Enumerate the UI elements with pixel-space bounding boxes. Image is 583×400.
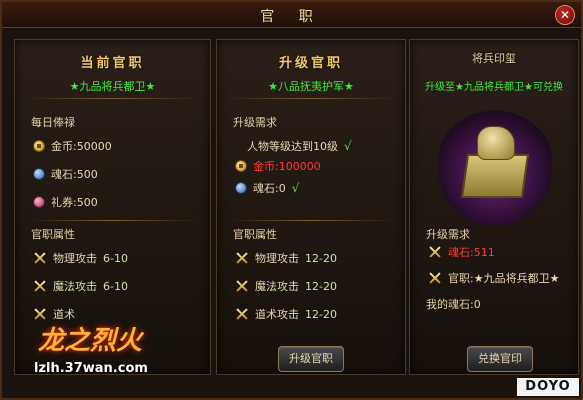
my-soul-stones-value: 0 (473, 298, 481, 311)
next-rank-name: ★八品抚夷护军★ (268, 80, 354, 93)
seal-subtitle: 升级至★九品将兵都卫★可兑换 (425, 82, 563, 93)
attribute-row: 魔法攻击 12-20 (235, 276, 397, 296)
swords-icon (33, 251, 47, 265)
my-soul-stones-label: 我的魂石: (426, 298, 474, 311)
exchange-seal-button[interactable]: 兑换官印 (467, 346, 533, 372)
upgrade-rank-panel: 升级官职 ★八品抚夷护军★ 升级需求 人物等级达到10级 √ 金币:100000… (216, 39, 406, 375)
check-icon: √ (344, 139, 352, 153)
divider (227, 98, 395, 99)
salary-label: 魂石: (51, 168, 77, 181)
seal-panel: 将兵印玺 升级至★九品将兵都卫★可兑换 升级需求 魂石:511 官职:★九品将兵… (409, 39, 579, 375)
attribute-value: 12-20 (305, 251, 337, 265)
rank-attributes-label: 官职属性 (233, 228, 277, 241)
attribute-label: 道术攻击 (255, 308, 299, 321)
requirement-value: 100000 (278, 160, 321, 173)
attribute-value: 12-20 (305, 307, 337, 321)
requirement-value: 0 (278, 182, 286, 195)
attribute-row: 物理攻击 6-10 (33, 248, 202, 268)
attribute-value: 6-10 (103, 279, 128, 293)
window-title: 官 职 (260, 9, 323, 25)
swords-icon (235, 307, 249, 321)
requirement-label: 魂石: (253, 182, 279, 195)
official-rank-window: 官 职 ✕ 当前官职 ★九品将兵都卫★ 每日俸禄 金币:50000 魂石:500… (0, 0, 583, 400)
salary-row-soul-stone: 魂石:500 (33, 164, 202, 184)
attribute-value: 6-10 (103, 251, 128, 265)
logo-url: lzlh.37wan.com (34, 361, 148, 376)
seal-requirements-label: 升级需求 (426, 228, 470, 241)
salary-value: 500 (76, 196, 98, 209)
attribute-row: 道术攻击 12-20 (235, 304, 397, 324)
swords-icon (235, 251, 249, 265)
divider (25, 220, 200, 221)
logo-title: 龙之烈火 (38, 326, 143, 356)
salary-label: 礼券: (51, 196, 77, 209)
check-icon: √ (291, 181, 300, 195)
salary-row-gold: 金币:50000 (33, 136, 202, 156)
salary-label: 金币: (51, 140, 77, 153)
attribute-label: 物理攻击 (53, 252, 97, 265)
seal-image (438, 106, 552, 226)
upgrade-rank-title: 升级官职 (278, 56, 343, 71)
swords-icon (33, 307, 47, 321)
seal-knob (477, 126, 515, 160)
swords-icon (428, 271, 442, 285)
game-logo: 龙之烈火 lzlh.37wan.com (16, 320, 186, 378)
current-rank-title: 当前官职 (80, 56, 145, 71)
attribute-label: 魔法攻击 (53, 280, 97, 293)
attribute-label: 物理攻击 (255, 252, 299, 265)
close-icon: ✕ (559, 8, 571, 22)
rank-attributes-label: 官职属性 (31, 228, 75, 241)
watermark: DOYO (517, 378, 579, 396)
requirement-row-gold: 金币:100000 (235, 156, 397, 176)
requirement-label: 官职: (448, 272, 474, 285)
requirement-row-level: 人物等级达到10级 √ (247, 136, 397, 156)
attribute-label: 魔法攻击 (255, 280, 299, 293)
requirement-label: 人物等级达到10级 (247, 140, 338, 153)
requirement-value: 511 (473, 246, 495, 259)
divider (227, 220, 395, 221)
requirement-value: ★九品将兵都卫★ (473, 272, 560, 285)
divider (25, 98, 200, 99)
requirement-row-soul-stone: 魂石:0 √ (235, 178, 397, 198)
salary-row-voucher: 礼券:500 (33, 192, 202, 212)
soul-stone-icon (33, 168, 45, 180)
swords-icon (235, 279, 249, 293)
my-soul-stones: 我的魂石:0 (426, 296, 481, 312)
soul-stone-icon (235, 182, 247, 194)
coin-icon (235, 160, 247, 172)
swords-icon (428, 245, 442, 259)
requirement-label: 魂石: (448, 246, 474, 259)
seal-title: 将兵印玺 (472, 52, 516, 65)
gift-voucher-icon (33, 196, 45, 208)
upgrade-rank-button[interactable]: 升级官职 (278, 346, 344, 372)
seal-requirement-rank: 官职:★九品将兵都卫★ (428, 268, 570, 288)
attribute-row: 物理攻击 12-20 (235, 248, 397, 268)
seal-requirement-soul-stone: 魂石:511 (428, 242, 570, 262)
close-button[interactable]: ✕ (555, 5, 575, 25)
swords-icon (33, 279, 47, 293)
seal-base (460, 154, 530, 198)
attribute-value: 12-20 (305, 279, 337, 293)
salary-value: 50000 (76, 140, 112, 153)
daily-salary-label: 每日俸禄 (31, 116, 75, 129)
salary-value: 500 (76, 168, 98, 181)
upgrade-requirements-label: 升级需求 (233, 116, 277, 129)
coin-icon (33, 140, 45, 152)
current-rank-name: ★九品将兵都卫★ (69, 80, 156, 93)
title-bar: 官 职 ✕ (2, 2, 581, 28)
attribute-row: 魔法攻击 6-10 (33, 276, 202, 296)
requirement-label: 金币: (253, 160, 279, 173)
